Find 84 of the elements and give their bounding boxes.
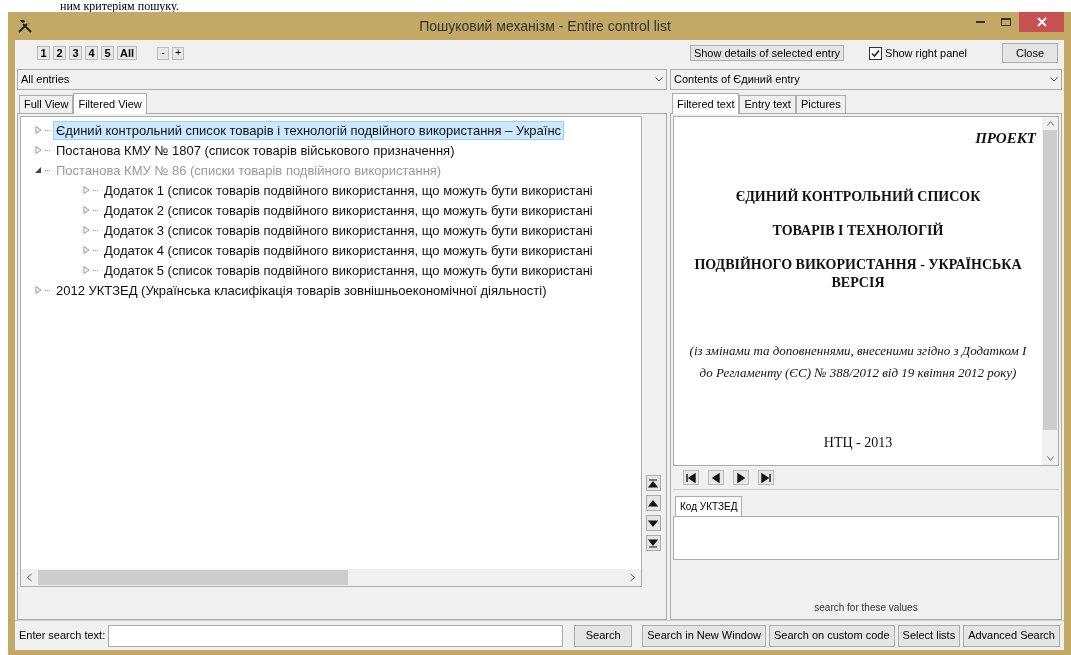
filter-dropdown[interactable]: All entries	[17, 69, 667, 90]
last-page-icon	[761, 472, 771, 483]
show-details-button[interactable]: Show details of selected entry	[689, 45, 845, 61]
move-down-icon	[648, 518, 658, 528]
search-option-button[interactable]: Select lists	[897, 624, 961, 647]
close-icon	[1036, 17, 1047, 27]
search-option-button[interactable]: Search on custom code	[769, 624, 895, 647]
page-nav-button[interactable]	[758, 470, 774, 485]
scroll-left-icon	[27, 573, 32, 582]
tree-item[interactable]: 2012 УКТЗЕД (Українська класифікація товарів зовнішньоекономічної діяльності)	[53, 280, 550, 300]
checkbox-label: Show right panel	[885, 45, 967, 61]
collapsed-triangle-icon[interactable]	[83, 206, 90, 214]
move-button[interactable]	[645, 515, 661, 531]
hammer-wrench-icon	[17, 18, 33, 34]
scroll-thumb[interactable]	[38, 570, 348, 585]
collapsed-triangle-icon[interactable]	[83, 186, 90, 194]
scroll-down-icon	[1046, 456, 1054, 461]
move-to-bottom-icon	[648, 538, 658, 548]
chevron-down-icon	[655, 77, 663, 82]
code-values-field[interactable]	[673, 516, 1059, 560]
tree-item[interactable]: Додаток 4 (список товарів подвійного використання, що можуть бути використані	[101, 240, 596, 260]
level-button[interactable]: All	[117, 46, 138, 60]
code-tab[interactable]: Код УКТЗЕД	[675, 496, 743, 516]
move-button[interactable]	[645, 535, 661, 551]
tab[interactable]: Pictures	[795, 95, 846, 113]
page-nav-button[interactable]	[733, 470, 749, 485]
search-option-button[interactable]: Advanced Search	[963, 624, 1060, 647]
next-page-icon	[736, 472, 746, 483]
search-values-label: search for these values	[814, 601, 918, 615]
move-up-icon	[648, 498, 658, 508]
level-button[interactable]: 5	[101, 46, 114, 60]
close-button[interactable]	[1019, 12, 1064, 32]
page-nav-button[interactable]	[683, 470, 699, 485]
document-note: (із змінами та доповненнями, внесеними згідно з Додатком I до Регламенту (ЄС) № 388/2012 від 19 квітня 2012 року)	[688, 341, 1028, 382]
collapsed-triangle-icon[interactable]	[35, 126, 42, 134]
scroll-thumb[interactable]	[1043, 130, 1057, 430]
show-right-panel-checkbox[interactable]	[869, 46, 883, 60]
tree-item[interactable]: Єдиний контрольний список товарів і технологій подвійного використання – Українс	[53, 120, 565, 140]
search-option-button[interactable]: Search in New Window	[642, 624, 766, 647]
level-button[interactable]: 3	[69, 46, 82, 60]
horizontal-scrollbar[interactable]	[21, 569, 641, 586]
draft-label: ПРОЕКТ	[974, 129, 1036, 148]
search-label: Enter search text:	[19, 628, 106, 644]
collapsed-triangle-icon[interactable]	[35, 146, 42, 154]
move-button[interactable]	[645, 495, 661, 511]
document-heading: ТОВАРІВ І ТЕХНОЛОГІЙ	[771, 221, 945, 240]
move-button[interactable]	[645, 475, 661, 491]
tree-item[interactable]: Постанова КМУ № 1807 (список товарів військового призначення)	[53, 140, 458, 160]
collapsed-triangle-icon[interactable]	[83, 226, 90, 234]
previous-page-icon	[711, 472, 721, 483]
expand-button[interactable]: +	[172, 46, 185, 60]
level-button[interactable]: 1	[37, 46, 50, 60]
expanded-triangle-icon[interactable]	[35, 166, 42, 174]
contents-dropdown[interactable]: Contents of Єдиний entry	[670, 69, 1062, 90]
document-footer: НТЦ - 2013	[680, 431, 1036, 453]
vertical-scrollbar[interactable]	[1042, 117, 1058, 465]
tab[interactable]: Filtered View	[73, 93, 147, 114]
first-page-icon	[686, 472, 696, 483]
collapsed-triangle-icon[interactable]	[83, 266, 90, 274]
tree-item[interactable]: Додаток 5 (список товарів подвійного використання, що можуть бути використані	[101, 260, 596, 280]
document-heading: ЄДИНИЙ КОНТРОЛЬНИЙ СПИСОК	[734, 187, 982, 206]
chevron-down-icon	[1050, 77, 1058, 82]
move-to-top-icon	[648, 478, 658, 488]
collapse-button[interactable]: -	[157, 46, 170, 60]
tab[interactable]: Full View	[19, 95, 74, 113]
window-title: Пошуковий механізм - Entire control list	[418, 16, 672, 36]
tree-item[interactable]: Додаток 3 (список товарів подвійного використання, що можуть бути використані	[101, 220, 596, 240]
level-button[interactable]: 4	[85, 46, 98, 60]
search-button[interactable]: Search	[574, 624, 633, 647]
page-nav-button[interactable]	[708, 470, 724, 485]
search-text-field[interactable]	[108, 624, 564, 647]
close-window-button[interactable]: Close	[1002, 43, 1058, 63]
scroll-right-icon	[630, 573, 635, 582]
document-heading: ПОДВІЙНОГО ВИКОРИСТАННЯ - УКРАЇНСЬКА ВЕРСІЯ	[693, 255, 1023, 292]
scroll-up-icon	[1046, 121, 1054, 126]
checkmark-icon	[871, 48, 881, 58]
tree-item[interactable]: Додаток 2 (список товарів подвійного використання, що можуть бути використані	[101, 200, 596, 220]
collapsed-triangle-icon[interactable]	[83, 246, 90, 254]
tab[interactable]: Filtered text	[672, 93, 740, 114]
background-document-text: ним критеріям пошуку.	[60, 0, 179, 12]
tree-item[interactable]: Додаток 1 (список товарів подвійного використання, що можуть бути використані	[101, 180, 596, 200]
collapsed-triangle-icon[interactable]	[35, 286, 42, 294]
tab[interactable]: Entry text	[739, 95, 796, 113]
level-button[interactable]: 2	[53, 46, 66, 60]
